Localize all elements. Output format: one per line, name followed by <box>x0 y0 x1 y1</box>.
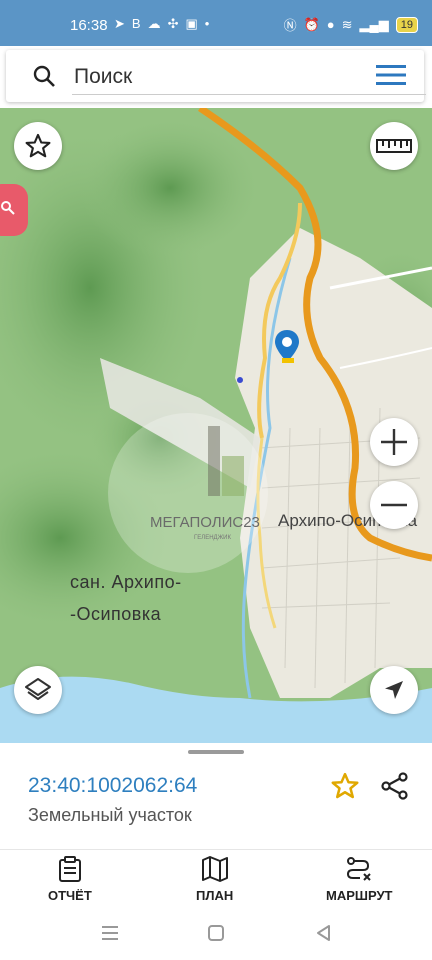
map-watermark-sub: ГЕЛЕНДЖИК <box>194 535 231 541</box>
sheet-drag-handle[interactable] <box>188 750 244 754</box>
star-outline-icon <box>25 133 51 158</box>
status-bar: 16:38 ➤ В ☁ ✣ ▣ • Ⓝ ⏰ ● ≋ ▂▄▆ 19 <box>0 0 432 46</box>
search-area-tab[interactable] <box>0 184 28 236</box>
location-icon: ● <box>326 17 335 32</box>
settlement-label-line2: -Осиповка <box>70 604 162 624</box>
home-icon[interactable] <box>206 923 226 948</box>
route-button[interactable]: МАРШРУТ <box>326 856 392 903</box>
parcel-location-marker-icon[interactable] <box>274 330 300 369</box>
zoom-in-button[interactable] <box>370 418 418 466</box>
bottom-navigation: ОТЧЁТ ПЛАН МАРШРУТ <box>0 849 432 910</box>
share-icon[interactable] <box>380 771 410 806</box>
alarm-icon: ⏰ <box>303 16 320 32</box>
telegram-icon: ➤ <box>114 16 125 31</box>
wifi-icon: ≋ <box>341 16 353 32</box>
calendar-icon: ▣ <box>185 16 198 31</box>
plan-label: ПЛАН <box>196 888 234 903</box>
battery-indicator: 19 <box>395 16 418 33</box>
hamburger-menu-icon[interactable] <box>376 64 406 91</box>
layers-icon <box>25 678 51 700</box>
signal-icon: ▂▄▆ <box>359 16 389 32</box>
my-location-button[interactable] <box>370 666 418 714</box>
status-time: 16:38 <box>70 17 108 34</box>
search-icon <box>1 201 15 215</box>
search-bar <box>6 50 426 102</box>
search-icon[interactable] <box>32 64 56 93</box>
cloud-icon: ☁ <box>147 16 161 31</box>
ruler-icon <box>376 139 412 153</box>
report-label: ОТЧЁТ <box>48 888 92 903</box>
ruler-button[interactable] <box>370 122 418 170</box>
settlement-label-line1: сан. Архипо- <box>70 572 182 592</box>
route-label: МАРШРУТ <box>326 888 393 903</box>
clipboard-icon <box>58 856 81 882</box>
app-icon: ✣ <box>167 16 179 31</box>
plus-icon <box>381 429 407 455</box>
parcel-type: Земельный участок <box>28 805 192 825</box>
cadastral-number[interactable]: 23:40:1002062:64 <box>28 774 197 798</box>
map-icon <box>201 856 228 882</box>
zoom-out-button[interactable] <box>370 481 418 529</box>
plan-button[interactable]: ПЛАН <box>196 856 233 903</box>
nfc-icon: Ⓝ <box>283 18 297 33</box>
map-watermark: МЕГАПОЛИС23 <box>150 514 260 531</box>
vk-icon: В <box>131 16 141 31</box>
search-input[interactable] <box>72 60 426 95</box>
layers-button[interactable] <box>14 666 62 714</box>
navigation-arrow-icon <box>385 681 403 699</box>
map-canvas <box>0 108 432 743</box>
minus-icon <box>381 503 407 507</box>
system-navigation-bar <box>0 909 432 960</box>
recent-apps-icon[interactable] <box>100 923 120 948</box>
status-left-icons: ➤ В ☁ ✣ ▣ • <box>114 16 209 32</box>
favorite-star-icon[interactable] <box>330 771 360 806</box>
report-button[interactable]: ОТЧЁТ <box>48 856 92 903</box>
back-icon[interactable] <box>314 923 334 948</box>
map-view[interactable]: МЕГАПОЛИС23 ГЕЛЕНДЖИК Архипо-Осиповка са… <box>0 108 432 743</box>
status-right-icons: Ⓝ ⏰ ● ≋ ▂▄▆ 19 <box>284 15 418 34</box>
parcel-info-sheet[interactable]: 23:40:1002062:64 Земельный участок <box>0 743 432 849</box>
route-icon <box>347 857 371 881</box>
dot-icon: • <box>204 16 210 31</box>
favorites-button[interactable] <box>14 122 62 170</box>
